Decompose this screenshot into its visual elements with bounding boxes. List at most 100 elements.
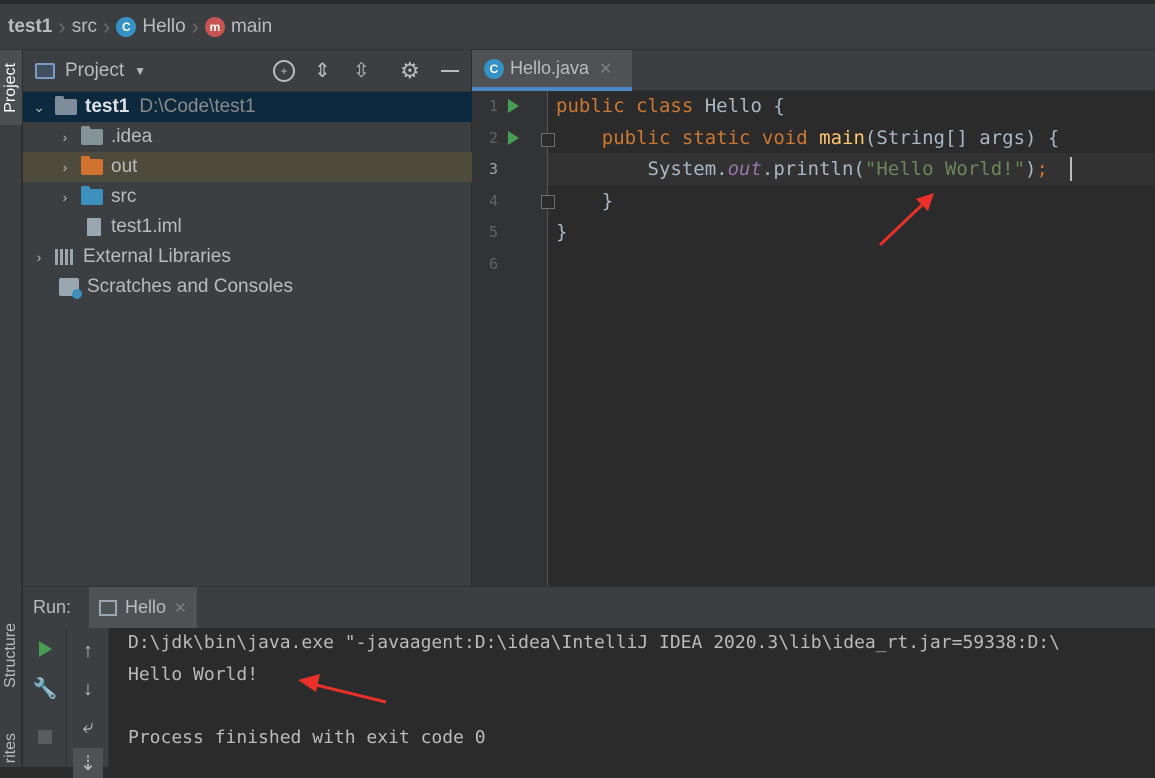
tool-tab-favorites[interactable]: rites bbox=[0, 730, 22, 767]
breadcrumb-separator-icon: › bbox=[58, 13, 66, 39]
tree-item-path: D:\Code\test1 bbox=[139, 96, 256, 117]
soft-wrap-icon[interactable]: ⤶ bbox=[73, 712, 103, 742]
excluded-folder-icon bbox=[81, 156, 103, 175]
tree-item-external-libraries[interactable]: › External Libraries bbox=[23, 242, 481, 272]
chevron-right-icon[interactable]: › bbox=[33, 249, 45, 265]
close-icon[interactable]: ✕ bbox=[174, 599, 187, 617]
breadcrumb-project[interactable]: test1 bbox=[8, 16, 52, 38]
breadcrumb-method-label: main bbox=[230, 15, 273, 37]
tree-item-test1[interactable]: ⌄ test1 D:\Code\test1 bbox=[23, 92, 481, 122]
tree-item-label: test1 bbox=[85, 96, 130, 117]
scratches-icon bbox=[59, 278, 82, 299]
code-line-3: System.out.println("Hello World!"); bbox=[647, 158, 1048, 180]
line-number: 6 bbox=[488, 255, 498, 273]
collapse-all-icon[interactable]: ⇳ bbox=[353, 58, 370, 83]
wrench-icon[interactable]: 🔧 bbox=[30, 673, 60, 703]
code-line-1: public class Hello { bbox=[556, 95, 785, 117]
tool-tab-structure-label: Structure bbox=[2, 622, 19, 688]
breadcrumb-class-label: Hello bbox=[142, 15, 186, 37]
console-line: Process finished with exit code 0 bbox=[128, 727, 486, 748]
tree-item-label: test1.iml bbox=[111, 216, 182, 237]
run-method-icon[interactable] bbox=[508, 131, 519, 145]
tree-item-out[interactable]: › out bbox=[23, 152, 507, 182]
breadcrumb-class[interactable]: C Hello bbox=[116, 15, 186, 38]
arrow-down-icon[interactable]: ↓ bbox=[73, 674, 103, 704]
arrow-up-icon[interactable]: ↑ bbox=[73, 636, 103, 666]
tool-tab-favorites-label: rites bbox=[2, 733, 19, 764]
project-panel-header: Project ▼ + ⇕ ⇳ ⚙ bbox=[23, 50, 471, 92]
line-number: 4 bbox=[488, 192, 498, 210]
code-line-4: } bbox=[601, 190, 614, 212]
chevron-down-icon[interactable]: ▼ bbox=[134, 64, 146, 78]
stop-icon[interactable] bbox=[30, 722, 60, 752]
tree-item-label: .idea bbox=[111, 126, 153, 147]
tool-tab-structure[interactable]: Structure bbox=[0, 600, 22, 710]
chevron-right-icon[interactable]: › bbox=[59, 129, 71, 145]
breadcrumb-separator-icon: › bbox=[103, 13, 111, 39]
run-toolbar: 🔧 bbox=[23, 628, 67, 767]
line-number: 2 bbox=[488, 129, 498, 147]
project-view-selector[interactable]: Project bbox=[65, 60, 124, 82]
expand-all-icon[interactable]: ⇕ bbox=[314, 58, 331, 83]
project-tree: ⌄ test1 D:\Code\test1 › .idea › out › sr… bbox=[23, 92, 507, 586]
tree-item-label: Scratches and Consoles bbox=[87, 276, 293, 297]
tree-item-idea[interactable]: › .idea bbox=[23, 122, 507, 152]
gear-icon[interactable]: ⚙ bbox=[400, 58, 420, 84]
tree-item-label: External Libraries bbox=[83, 246, 231, 267]
run-label: Run: bbox=[33, 597, 72, 617]
left-tool-stripe: Project Structure rites bbox=[0, 50, 22, 767]
run-tab-label: Hello bbox=[125, 597, 167, 617]
console-line: D:\jdk\bin\java.exe "-javaagent:D:\idea\… bbox=[128, 632, 1060, 653]
tree-item-label: out bbox=[111, 156, 138, 177]
run-class-icon[interactable] bbox=[508, 99, 519, 113]
fold-marker-icon[interactable] bbox=[541, 195, 555, 209]
minimize-icon[interactable] bbox=[441, 70, 459, 72]
line-number: 1 bbox=[488, 97, 498, 115]
project-view-icon bbox=[35, 62, 55, 79]
tree-item-src[interactable]: › src bbox=[23, 182, 507, 212]
editor-tab-bar: C Hello.java ✕ bbox=[472, 50, 1155, 91]
code-line-2: public static void main(String[] args) { bbox=[601, 127, 1060, 149]
iml-file-icon bbox=[87, 218, 101, 236]
breadcrumb-folder[interactable]: src bbox=[72, 16, 97, 38]
annotation-arrow-icon bbox=[878, 193, 934, 247]
chevron-right-icon[interactable]: › bbox=[59, 159, 71, 175]
class-icon: C bbox=[484, 58, 504, 79]
annotation-arrow-icon bbox=[298, 674, 387, 704]
module-folder-icon bbox=[55, 96, 77, 115]
breadcrumb-method[interactable]: m main bbox=[204, 15, 273, 38]
chevron-right-icon[interactable]: › bbox=[59, 189, 71, 205]
navigation-bar: test1 › src › C Hello › m main bbox=[0, 0, 1155, 50]
chevron-down-icon[interactable]: ⌄ bbox=[33, 99, 45, 116]
editor-tab-hello-java[interactable]: C Hello.java ✕ bbox=[472, 50, 632, 91]
method-icon: m bbox=[204, 16, 225, 37]
tree-item-label: src bbox=[111, 186, 137, 207]
code-line-5: } bbox=[556, 221, 568, 243]
scroll-to-end-icon[interactable]: ⇣ bbox=[73, 748, 103, 778]
tree-item-scratches[interactable]: Scratches and Consoles bbox=[23, 272, 507, 302]
breadcrumb-separator-icon: › bbox=[191, 13, 199, 39]
source-folder-icon bbox=[81, 186, 103, 205]
folder-icon bbox=[81, 126, 103, 145]
tool-tab-project[interactable]: Project bbox=[0, 50, 22, 125]
editor-gutter: 1 2 3 4 5 6 bbox=[472, 91, 555, 586]
fold-marker-icon[interactable] bbox=[541, 133, 555, 147]
class-icon: C bbox=[116, 16, 137, 37]
code-editor[interactable]: 1 2 3 4 5 6 public class Hello { public … bbox=[472, 91, 1155, 586]
text-caret bbox=[1070, 157, 1072, 181]
line-number: 5 bbox=[488, 223, 498, 241]
line-number: 3 bbox=[488, 160, 498, 178]
libraries-icon bbox=[55, 249, 75, 265]
run-tab-hello[interactable]: Hello ✕ bbox=[89, 586, 197, 629]
editor-tab-label: Hello.java bbox=[510, 58, 590, 78]
close-icon[interactable]: ✕ bbox=[599, 59, 612, 79]
locate-file-icon[interactable]: + bbox=[273, 59, 295, 82]
console-toolbar: ↑ ↓ ⤶ ⇣ bbox=[67, 628, 109, 778]
rerun-icon[interactable] bbox=[30, 634, 60, 664]
run-panel-header: Run: Hello ✕ bbox=[23, 586, 1155, 629]
tool-tab-project-label: Project bbox=[2, 62, 19, 113]
console-icon bbox=[99, 599, 118, 616]
tree-item-iml[interactable]: test1.iml bbox=[23, 212, 535, 242]
console-line: Hello World! bbox=[128, 664, 259, 685]
console-output[interactable]: D:\jdk\bin\java.exe "-javaagent:D:\idea\… bbox=[109, 628, 1155, 767]
